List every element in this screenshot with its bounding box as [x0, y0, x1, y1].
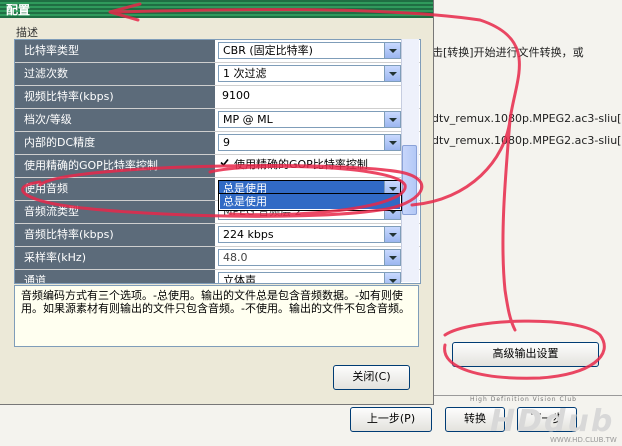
select-value: CBR (固定比特率): [223, 44, 313, 57]
checkmark-icon[interactable]: [220, 158, 229, 167]
row-label: 视频比特率(kbps): [15, 86, 215, 108]
row-label: 音频比特率(kbps): [15, 224, 215, 246]
chevron-down-icon[interactable]: [384, 112, 400, 127]
description-box: 音频编码方式有三个选项。-总使用。输出的文件总是包含音频数据。-如有则使用。如果…: [14, 285, 419, 347]
select-value: 1 次过滤: [223, 67, 267, 80]
watermark-url: WWW.HD.CLUB.TW: [550, 436, 617, 444]
row-gop-control[interactable]: 使用精确的GOP比特率控制 使用精确的GOP比特率控制: [15, 155, 420, 178]
row-label: 过滤次数: [15, 63, 215, 85]
row-profile-level[interactable]: 档次/等级 MP @ ML: [15, 109, 420, 132]
dropdown-option[interactable]: 总是使用: [220, 194, 400, 209]
filter-passes-select[interactable]: 1 次过滤: [218, 65, 401, 82]
row-sample-rate[interactable]: 采样率(kHz) 48.0: [15, 247, 420, 270]
chevron-down-icon[interactable]: [384, 66, 400, 81]
profile-level-select[interactable]: MP @ ML: [218, 111, 401, 128]
select-value: 48.0: [223, 251, 248, 264]
config-dialog: 配置 描述 比特率类型 CBR (固定比特率) 过滤次数 1 次过滤 视频比特率…: [0, 0, 434, 405]
row-label: 使用精确的GOP比特率控制: [15, 155, 215, 177]
chevron-down-icon[interactable]: [384, 43, 400, 58]
row-label: 音频流类型: [15, 201, 215, 223]
select-value: MP @ ML: [223, 113, 273, 126]
row-label: 档次/等级: [15, 109, 215, 131]
description-label: 描述: [16, 26, 38, 39]
row-label: 采样率(kHz): [15, 247, 215, 269]
row-label: 比特率类型: [15, 40, 215, 62]
advanced-output-settings-button[interactable]: 高级输出设置: [452, 342, 599, 367]
row-label: 通道: [15, 270, 215, 283]
audio-bitrate-select[interactable]: 224 kbps: [218, 226, 401, 243]
dc-precision-select[interactable]: 9: [218, 134, 401, 151]
select-value: 9: [223, 136, 230, 149]
row-bitrate-type[interactable]: 比特率类型 CBR (固定比特率): [15, 40, 420, 63]
dialog-title: 配置: [6, 3, 31, 17]
dialog-titlebar[interactable]: [0, 0, 433, 18]
row-video-bitrate[interactable]: 视频比特率(kbps) 9100: [15, 86, 420, 109]
row-dc-precision[interactable]: 内部的DC精度 9: [15, 132, 420, 155]
gop-control-checkbox[interactable]: 使用精确的GOP比特率控制: [218, 155, 401, 176]
bg-file-line-2: dtv_remux.1080p.MPEG2.ac3-sliu[: [432, 134, 622, 147]
chevron-down-icon[interactable]: [384, 135, 400, 150]
watermark-logo: HDdub: [490, 404, 615, 439]
row-label: 使用音频: [15, 178, 215, 200]
row-channels[interactable]: 通道 立体声: [15, 270, 420, 284]
chevron-down-icon[interactable]: [384, 250, 400, 265]
chevron-down-icon[interactable]: [384, 273, 400, 283]
select-value: 224 kbps: [223, 228, 274, 241]
checkbox-label: 使用精确的GOP比特率控制: [234, 158, 368, 171]
chevron-down-icon[interactable]: [384, 227, 400, 242]
bg-file-line-1: dtv_remux.1080p.MPEG2.ac3-sliu[: [432, 112, 622, 125]
select-value: 立体声: [223, 274, 256, 284]
bitrate-type-select[interactable]: CBR (固定比特率): [218, 42, 401, 59]
scrollbar-thumb[interactable]: [402, 145, 417, 215]
close-button[interactable]: 关闭(C): [333, 365, 410, 390]
bg-info-line-1: 击[转换]开始进行文件转换，或: [432, 46, 584, 59]
row-filter-passes[interactable]: 过滤次数 1 次过滤: [15, 63, 420, 86]
sample-rate-select[interactable]: 48.0: [218, 249, 401, 266]
row-audio-bitrate[interactable]: 音频比特率(kbps) 224 kbps: [15, 224, 420, 247]
prev-step-button[interactable]: 上一步(P): [350, 407, 432, 432]
row-label: 内部的DC精度: [15, 132, 215, 154]
property-grid: 比特率类型 CBR (固定比特率) 过滤次数 1 次过滤 视频比特率(kbps)…: [14, 39, 421, 284]
watermark-subtitle: High Definition Vision Club: [470, 396, 577, 403]
channels-select[interactable]: 立体声: [218, 272, 401, 284]
use-audio-dropdown-list[interactable]: 总是使用: [218, 193, 402, 211]
video-bitrate-input[interactable]: 9100: [218, 86, 401, 107]
